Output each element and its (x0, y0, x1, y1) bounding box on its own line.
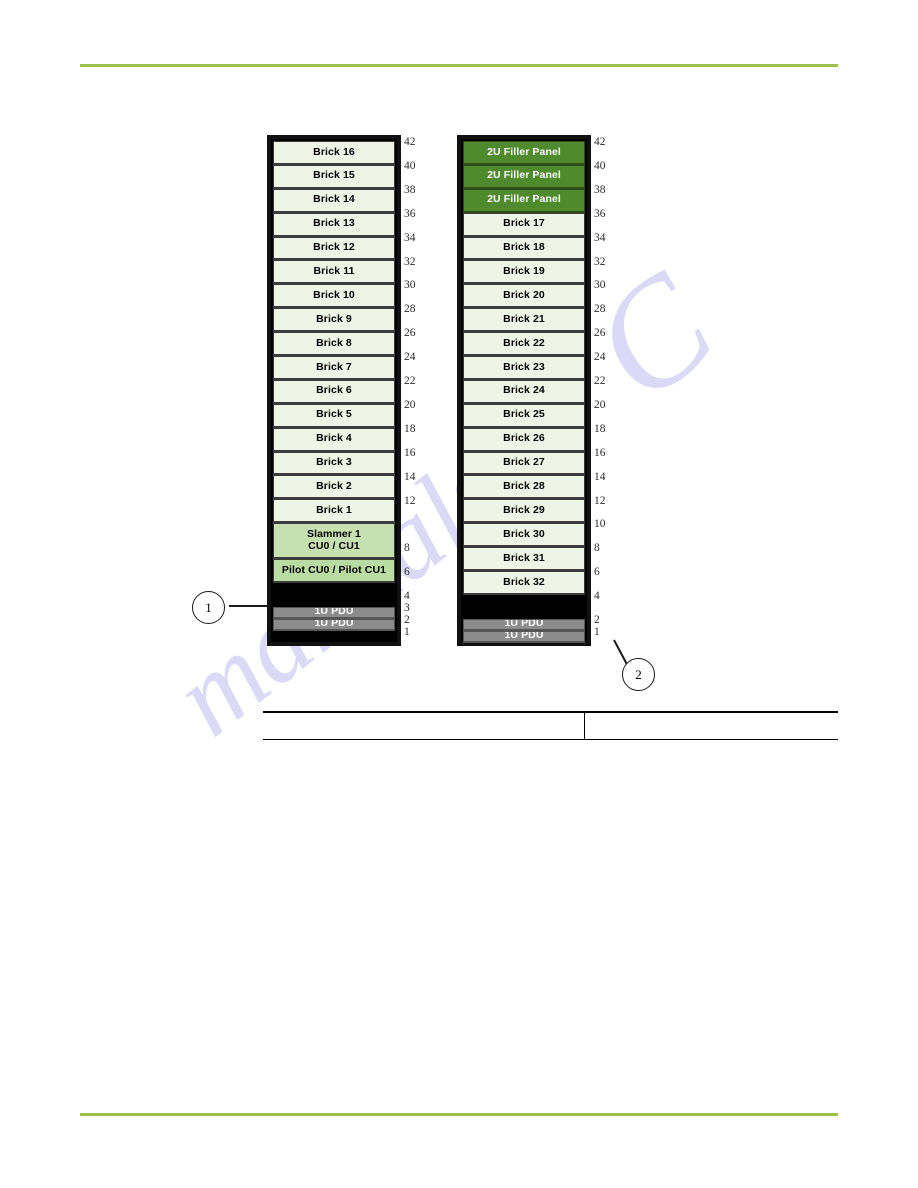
ruler-tick: 14 (594, 470, 606, 483)
rack-unit-brick: Brick 31 (463, 547, 585, 572)
ruler-tick: 30 (594, 279, 606, 292)
ruler-tick: 32 (404, 255, 416, 268)
rack-unit-brick: Brick 24 (463, 379, 585, 404)
rack-unit-pdu: 1U PDU (273, 606, 395, 619)
rack-unit-brick: Brick 27 (463, 451, 585, 476)
rack-unit-brick: Brick 23 (463, 356, 585, 380)
ruler-tick: 4 (404, 590, 410, 603)
rack-unit-pdu: 1U PDU (273, 618, 395, 631)
rack-unit-brick: Brick 4 (273, 427, 395, 452)
left-rack: Brick 16 Brick 15 Brick 14 Brick 13 Brick 12… (267, 135, 401, 646)
rack-unit-brick: Brick 21 (463, 308, 585, 333)
ruler-tick: 38 (404, 183, 416, 196)
ruler-tick: 1 (594, 625, 600, 638)
ruler-tick: 22 (594, 375, 606, 387)
rack-unit-brick: Brick 16 (273, 141, 395, 165)
rack-unit-brick: Brick 17 (463, 212, 585, 237)
rack-unit-brick: Brick 11 (273, 260, 395, 285)
ruler-tick: 18 (594, 422, 606, 435)
rack-unit-slammer: Slammer 1 CU0 / CU1 (273, 523, 395, 560)
callout-marker-2[interactable]: 2 (622, 658, 655, 691)
ruler-tick: 42 (594, 136, 606, 148)
rack-unit-filler: 2U Filler Panel (463, 141, 585, 165)
ruler-tick: 20 (404, 398, 416, 411)
ruler-tick: 2 (594, 614, 600, 626)
ruler-tick: 40 (404, 159, 416, 172)
rack-unit-brick: Brick 20 (463, 284, 585, 309)
rack-unit-brick: Brick 7 (273, 356, 395, 380)
rack-unit-brick: Brick 18 (463, 236, 585, 261)
rack-blank-space (463, 594, 585, 619)
ruler-tick: 26 (404, 327, 416, 340)
ruler-tick: 8 (404, 542, 410, 555)
ruler-tick: 34 (594, 231, 606, 244)
left-rack-ruler: 42 40 38 36 34 32 30 28 26 24 22 20 18 16 14 12 8 6 4 3 2 1 (404, 135, 438, 646)
ruler-tick: 16 (404, 446, 416, 459)
rack-unit-brick: Brick 5 (273, 403, 395, 428)
ruler-tick: 20 (594, 398, 606, 411)
right-rack-ruler: 42 40 38 36 34 32 30 28 26 24 22 20 18 16 14 12 10 8 6 4 2 1 (594, 135, 628, 646)
rack-unit-brick: Brick 8 (273, 332, 395, 357)
rack-unit-brick: Brick 15 (273, 164, 395, 189)
rack-unit-brick: Brick 19 (463, 260, 585, 285)
rack-unit-brick: Brick 12 (273, 236, 395, 261)
ruler-tick: 16 (594, 446, 606, 459)
rack-unit-brick: Brick 30 (463, 523, 585, 548)
callout-leader-1 (229, 605, 267, 607)
rack-unit-brick: Brick 10 (273, 284, 395, 309)
ruler-tick: 22 (404, 375, 416, 387)
ruler-tick: 14 (404, 470, 416, 483)
rack-unit-brick: Brick 25 (463, 403, 585, 428)
ruler-tick: 36 (404, 207, 416, 220)
rack-unit-filler: 2U Filler Panel (463, 164, 585, 189)
rack-unit-brick: Brick 6 (273, 379, 395, 404)
rack-unit-brick: Brick 14 (273, 188, 395, 213)
rack-unit-brick: Brick 2 (273, 475, 395, 500)
ruler-tick: 24 (404, 351, 416, 364)
rack-unit-filler: 2U Filler Panel (463, 188, 585, 213)
ruler-tick: 24 (594, 351, 606, 364)
ruler-tick: 34 (404, 231, 416, 244)
ruler-tick: 12 (594, 494, 606, 507)
rack-unit-brick: Brick 9 (273, 308, 395, 333)
ruler-tick: 40 (594, 159, 606, 172)
callout-marker-1[interactable]: 1 (192, 591, 225, 624)
ruler-tick: 36 (594, 207, 606, 220)
ruler-tick: 6 (404, 566, 410, 579)
rack-unit-pdu: 1U PDU (463, 618, 585, 631)
ruler-tick: 10 (594, 518, 606, 531)
ruler-tick: 38 (594, 183, 606, 196)
ruler-tick: 30 (404, 279, 416, 292)
rack-unit-brick: Brick 32 (463, 571, 585, 595)
rack-unit-pilot: Pilot CU0 / Pilot CU1 (273, 559, 395, 583)
rack-unit-pdu: 1U PDU (463, 630, 585, 643)
ruler-tick: 1 (404, 625, 410, 638)
rack-unit-brick: Brick 13 (273, 212, 395, 237)
rack-unit-brick: Brick 1 (273, 499, 395, 524)
ruler-tick: 12 (404, 494, 416, 507)
rack-unit-brick: Brick 22 (463, 332, 585, 357)
right-rack: 2U Filler Panel 2U Filler Panel 2U Filler … (457, 135, 591, 646)
rack-unit-brick: Brick 3 (273, 451, 395, 476)
ruler-tick: 3 (404, 602, 410, 615)
ruler-tick: 4 (594, 590, 600, 603)
rack-unit-brick: Brick 28 (463, 475, 585, 500)
ruler-tick: 32 (594, 255, 606, 268)
ruler-tick: 8 (594, 542, 600, 555)
rack-blank-space (273, 582, 395, 607)
rack-layout-diagram: Brick 16 Brick 15 Brick 14 Brick 13 Brick 12… (0, 0, 918, 1188)
rack-unit-brick: Brick 26 (463, 427, 585, 452)
ruler-tick: 28 (594, 303, 606, 316)
ruler-tick: 42 (404, 136, 416, 148)
rack-unit-brick: Brick 29 (463, 499, 585, 524)
ruler-tick: 2 (404, 614, 410, 626)
ruler-tick: 6 (594, 566, 600, 579)
ruler-tick: 18 (404, 422, 416, 435)
ruler-tick: 28 (404, 303, 416, 316)
ruler-tick: 26 (594, 327, 606, 340)
